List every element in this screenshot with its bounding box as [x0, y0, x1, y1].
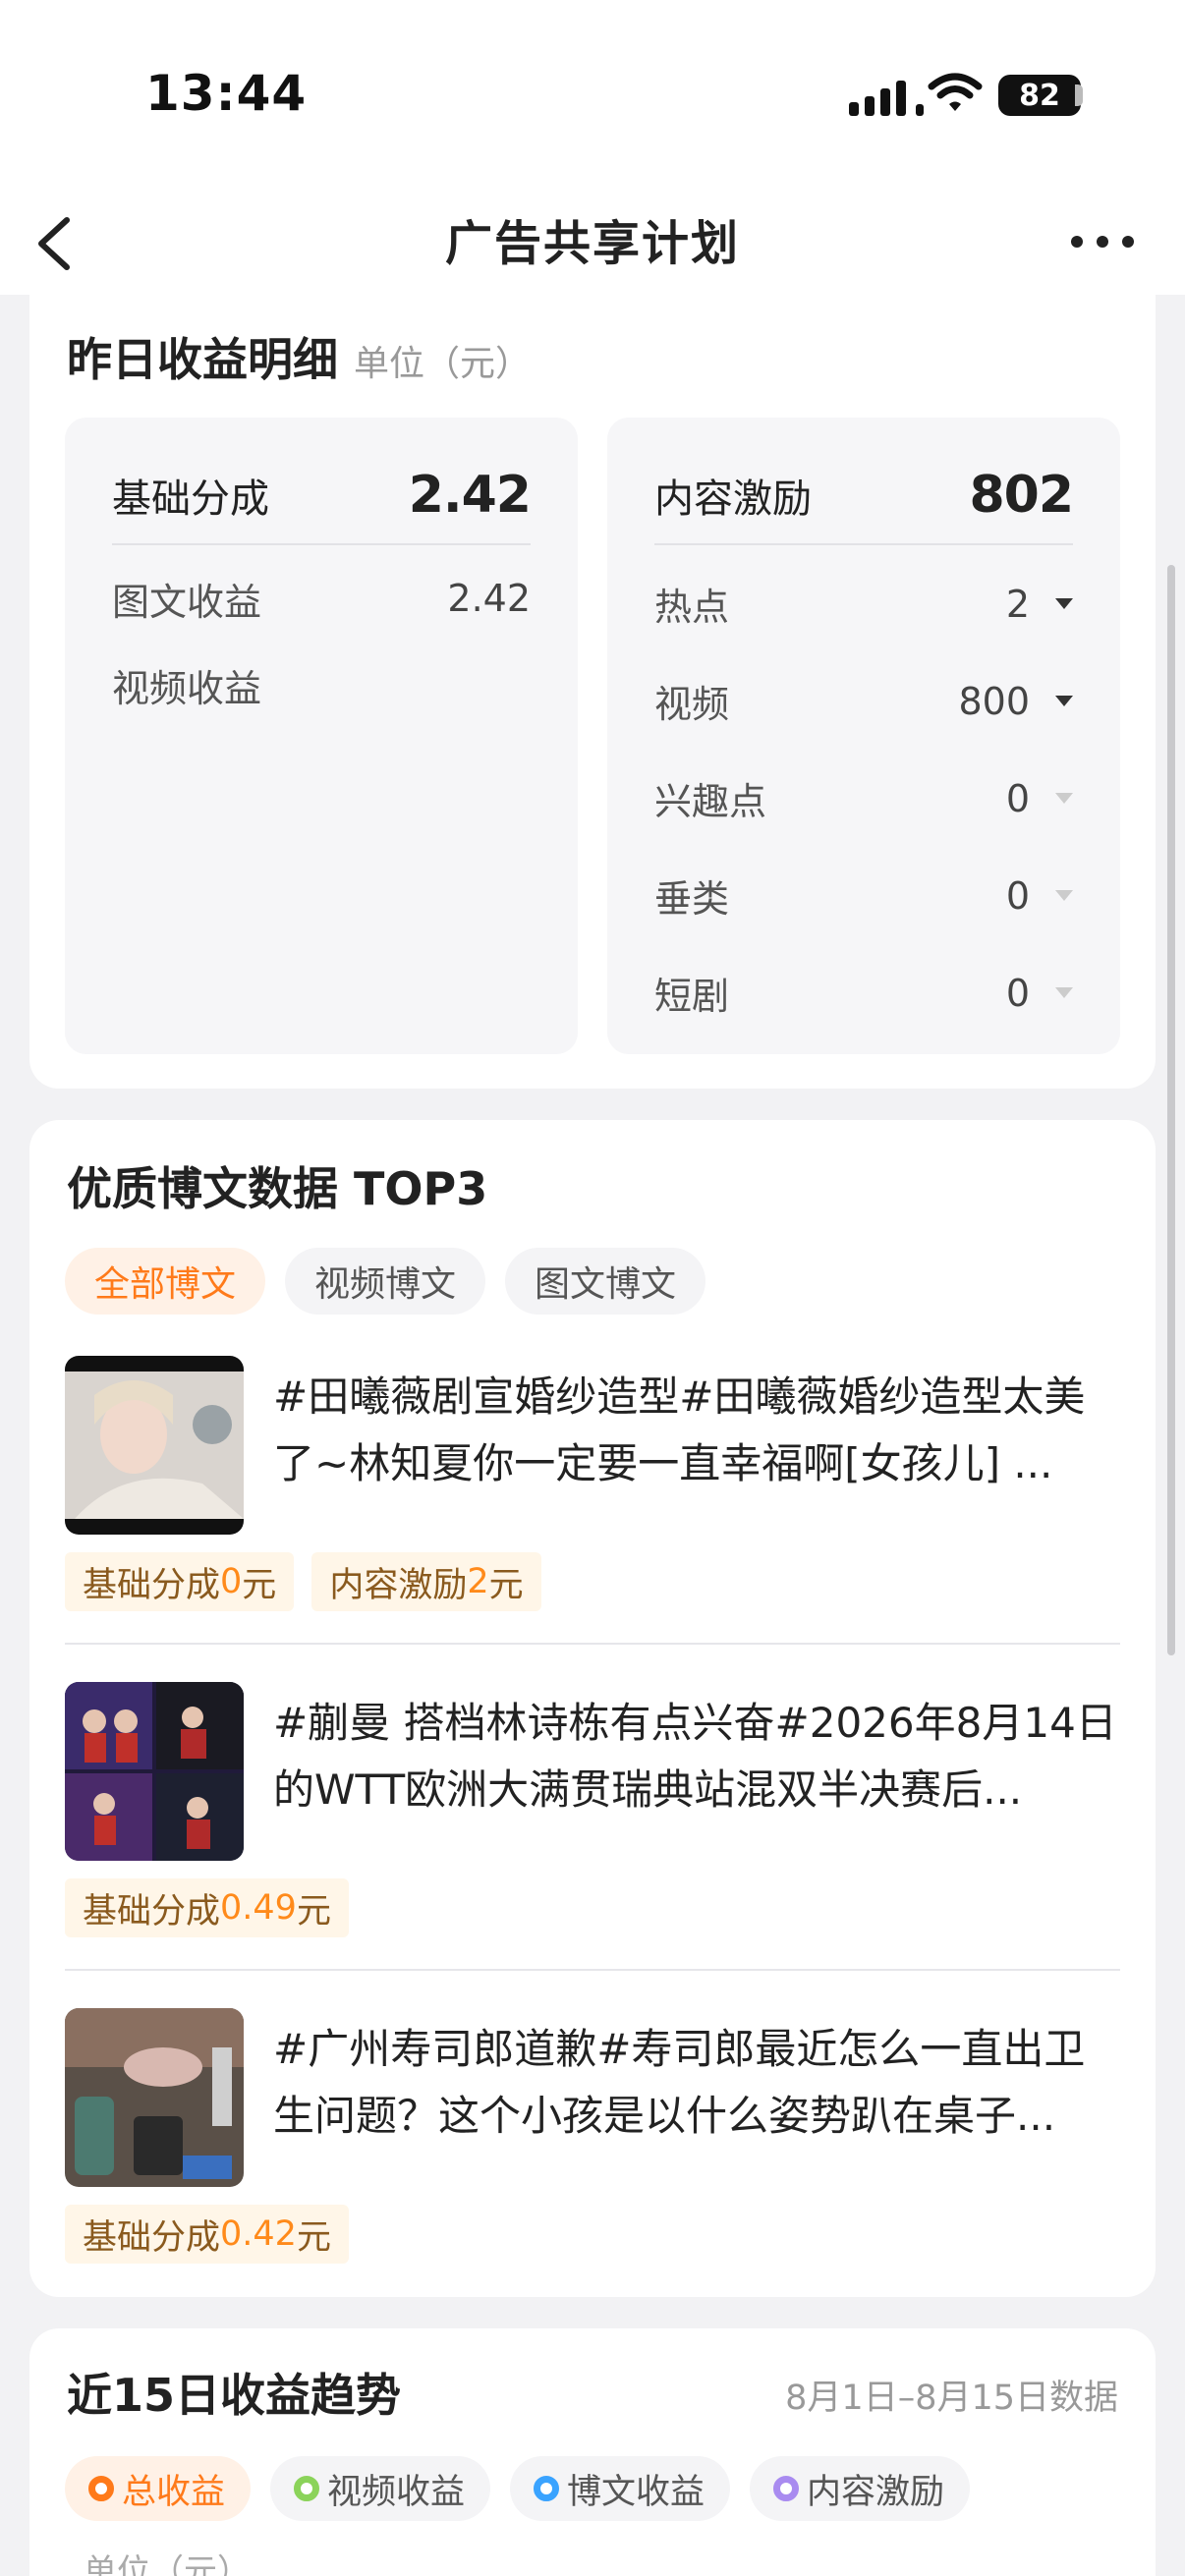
tag-suffix: 元 [296, 1891, 331, 1932]
incentive-row-interest: 兴趣点 0 [654, 750, 1073, 847]
expand-triangle-icon [1055, 987, 1073, 998]
post-text: #蒯曼 搭档林诗栋有点兴奋#2026年8月14日的WTT欧洲大满贯瑞典站混双半决… [273, 1699, 1117, 1814]
tag-amount: 0 [220, 1562, 243, 1601]
divider [65, 1643, 1120, 1645]
legend-dot-icon [534, 2476, 560, 2501]
more-icon[interactable] [1071, 222, 1150, 261]
legend-content-incentive[interactable]: 内容激励 [750, 2456, 971, 2521]
tag-suffix: 元 [296, 2217, 331, 2258]
row-value: 2 [1005, 582, 1030, 626]
legend-post-earnings[interactable]: 博文收益 [510, 2456, 731, 2521]
legend-label: 博文收益 [567, 2472, 705, 2512]
base-row-video: 视频收益 [112, 642, 531, 728]
filter-video-posts[interactable]: 视频博文 [285, 1248, 486, 1315]
base-share-label: 基础分成 [112, 476, 269, 522]
content-incentive-tag: 内容激励 2 元 [311, 1552, 541, 1611]
expand-triangle-icon [1055, 793, 1073, 804]
battery-icon: 82 [998, 75, 1081, 116]
yesterday-title: 昨日收益明细 [67, 333, 338, 386]
cellular-signal-icon [849, 77, 924, 116]
legend-dot-icon [88, 2476, 114, 2501]
expand-triangle-icon [1055, 890, 1073, 901]
content-incentive-panel: 内容激励 802 热点 2 视频 800 兴趣点 0 垂类 0 短剧 0 [607, 418, 1120, 1054]
row-value: 0 [1005, 873, 1030, 918]
tag-suffix: 元 [488, 1565, 524, 1605]
legend-label: 总收益 [122, 2472, 226, 2512]
nav-bar: 广告共享计划 [0, 187, 1185, 295]
row-label: 热点 [654, 586, 730, 629]
base-row-article: 图文收益 2.42 [112, 555, 531, 642]
post-thumbnail[interactable] [65, 1356, 244, 1535]
row-label: 视频 [654, 683, 730, 726]
legend-label: 内容激励 [807, 2472, 945, 2512]
tag-prefix: 基础分成 [83, 2217, 221, 2258]
battery-cap [1075, 84, 1083, 106]
battery-level: 82 [1019, 78, 1060, 113]
row-value: 2.42 [447, 577, 531, 620]
row-label: 垂类 [654, 877, 730, 921]
content-incentive-header: 内容激励 802 [654, 447, 1074, 545]
base-share-value: 2.42 [408, 466, 532, 525]
top3-title: 优质博文数据 TOP3 [67, 1162, 488, 1215]
post-earning-tags: 基础分成 0.42 元 [65, 2205, 349, 2264]
post-earning-tags: 基础分成 0 元 内容激励 2 元 [65, 1552, 541, 1611]
row-value: 0 [1005, 971, 1030, 1015]
incentive-row-vertical: 垂类 0 [654, 847, 1073, 944]
top3-posts-card: 优质博文数据 TOP3 全部博文 视频博文 图文博文 #田曦薇剧宣婚纱造型#田曦… [29, 1120, 1156, 2297]
base-share-tag: 基础分成 0 元 [65, 1552, 295, 1611]
legend-dot-icon [773, 2476, 800, 2501]
earnings-trend-card: 近15日收益趋势 8月1日–8月15日数据 总收益 视频收益 博文收益 内容激励… [29, 2328, 1156, 2576]
page-title: 广告共享计划 [444, 216, 740, 271]
post-thumbnail[interactable] [65, 1682, 244, 1861]
base-share-tag: 基础分成 0.42 元 [65, 2205, 349, 2264]
yesterday-header: 昨日收益明细 单位（元） [67, 324, 531, 389]
post-text: #田曦薇剧宣婚纱造型#田曦薇婚纱造型太美了~林知夏你一定要一直幸福啊[女孩儿] … [273, 1372, 1086, 1487]
yesterday-earnings-card: 昨日收益明细 单位（元） 基础分成 2.42 图文收益 2.42 视频收益 内容激… [29, 295, 1156, 1089]
yesterday-unit: 单位（元） [354, 344, 532, 384]
row-label: 视频收益 [112, 666, 262, 710]
post-filter-tabs: 全部博文 视频博文 图文博文 [65, 1248, 706, 1315]
status-time: 13:44 [145, 65, 308, 122]
content-incentive-value: 802 [969, 466, 1074, 525]
legend-dot-icon [294, 2476, 320, 2501]
base-share-tag: 基础分成 0.49 元 [65, 1878, 349, 1937]
tag-suffix: 元 [242, 1565, 277, 1605]
wifi-icon [928, 73, 983, 111]
tag-prefix: 基础分成 [83, 1891, 221, 1932]
legend-label: 视频收益 [327, 2472, 466, 2512]
row-value: 800 [958, 679, 1030, 723]
scrollbar[interactable] [1167, 565, 1175, 1655]
content-incentive-label: 内容激励 [654, 476, 812, 522]
incentive-row-hot[interactable]: 热点 2 [654, 555, 1073, 652]
post-earning-tags: 基础分成 0.49 元 [65, 1878, 349, 1937]
base-share-panel: 基础分成 2.42 图文收益 2.42 视频收益 [65, 418, 578, 1054]
expand-triangle-icon[interactable] [1055, 598, 1073, 609]
filter-image-posts[interactable]: 图文博文 [505, 1248, 706, 1315]
tag-amount: 0.42 [220, 2214, 297, 2254]
trend-unit: 单位（元） [84, 2552, 251, 2576]
post-text: #广州寿司郎道歉#寿司郎最近怎么一直出卫生问题？这个小孩是以什么姿势趴在桌子..… [273, 2025, 1086, 2140]
trend-title: 近15日收益趋势 [67, 2369, 402, 2422]
base-share-header: 基础分成 2.42 [112, 447, 532, 545]
row-label: 图文收益 [112, 580, 262, 624]
tag-amount: 2 [467, 1562, 489, 1601]
row-label: 兴趣点 [654, 780, 767, 823]
row-label: 短剧 [654, 975, 730, 1018]
tag-amount: 0.49 [220, 1888, 297, 1928]
incentive-row-video[interactable]: 视频 800 [654, 652, 1073, 750]
incentive-row-short-drama: 短剧 0 [654, 944, 1073, 1041]
legend-video-earnings[interactable]: 视频收益 [270, 2456, 491, 2521]
row-value: 0 [1005, 776, 1030, 820]
legend-total-earnings[interactable]: 总收益 [65, 2456, 252, 2521]
filter-all-posts[interactable]: 全部博文 [65, 1248, 266, 1315]
tag-prefix: 内容激励 [329, 1565, 468, 1605]
divider [65, 1969, 1120, 1971]
tag-prefix: 基础分成 [83, 1565, 221, 1605]
post-thumbnail[interactable] [65, 2008, 244, 2187]
status-bar: 13:44 82 [0, 0, 1185, 187]
expand-triangle-icon[interactable] [1055, 696, 1073, 706]
trend-date-range: 8月1日–8月15日数据 [785, 2379, 1118, 2418]
trend-legend: 总收益 视频收益 博文收益 内容激励 [65, 2456, 971, 2521]
